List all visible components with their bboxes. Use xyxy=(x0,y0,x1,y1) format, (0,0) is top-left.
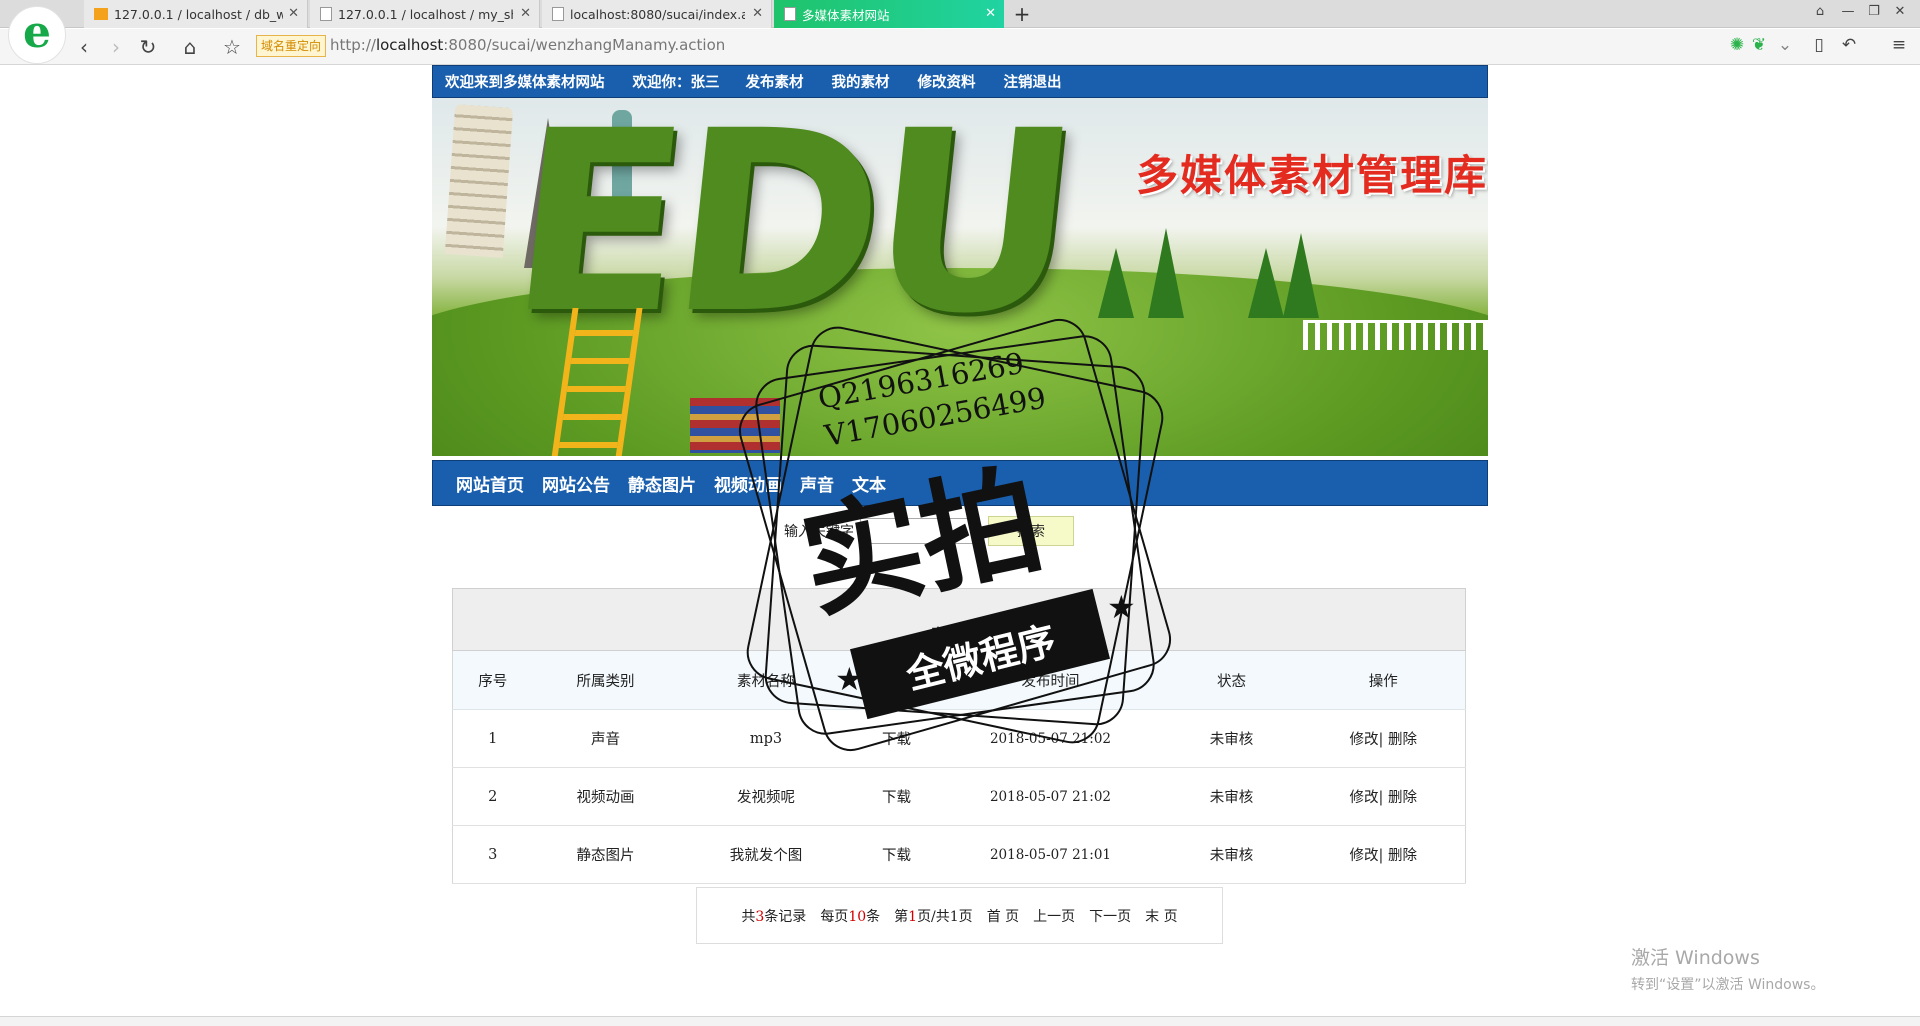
restore-icon[interactable]: ❐ xyxy=(1862,4,1886,19)
pager-total: 共3条记录 xyxy=(741,908,807,925)
cell-category: 静态图片 xyxy=(532,825,679,884)
col-no: 序号 xyxy=(452,650,533,710)
pagination: 共3条记录 每页10条 第1页/共1页 首 页 上一页 下一页 末 页 xyxy=(696,887,1223,944)
close-tab-icon[interactable]: ✕ xyxy=(752,6,763,21)
close-tab-icon[interactable]: ✕ xyxy=(288,6,299,21)
cell-name: 我就发个图 xyxy=(678,825,854,884)
table-row: 2 视频动画 发视频呢 下载 2018-05-07 21:02 未审核 修改| … xyxy=(452,767,1466,826)
menu-home[interactable]: 网站首页 xyxy=(456,471,524,496)
close-window-icon[interactable]: ✕ xyxy=(1888,4,1912,19)
cell-category: 视频动画 xyxy=(532,767,679,826)
edit-link[interactable]: 修改 xyxy=(1350,732,1379,748)
publish-material-link[interactable]: 发布素材 xyxy=(746,71,804,92)
close-tab-icon[interactable]: ✕ xyxy=(520,6,531,21)
undo-icon[interactable]: ↶ xyxy=(1838,35,1860,55)
my-materials-link[interactable]: 我的素材 xyxy=(832,71,890,92)
skin-icon[interactable]: ⌂ xyxy=(1808,4,1832,19)
col-category: 所属类别 xyxy=(532,650,679,710)
pager-next[interactable]: 下一页 xyxy=(1089,906,1131,926)
close-tab-icon[interactable]: ✕ xyxy=(985,6,996,21)
pisa-tower-graphic xyxy=(444,104,514,258)
address-toolbar: ‹ › ↻ ⌂ ☆ 域名重定向 http://localhost:8080/su… xyxy=(0,29,1920,65)
cell-actions: 修改| 删除 xyxy=(1301,767,1466,826)
cell-actions: 修改| 删除 xyxy=(1301,825,1466,884)
browser-tab-3[interactable]: localhost:8080/sucai/index.act ✕ xyxy=(542,0,772,28)
cell-status: 未审核 xyxy=(1161,767,1302,826)
fence-graphic xyxy=(1303,320,1488,350)
cell-status: 未审核 xyxy=(1161,825,1302,884)
address-bar[interactable]: http://localhost:8080/sucai/wenzhangMana… xyxy=(330,36,725,54)
back-icon[interactable]: ‹ xyxy=(72,35,96,59)
windows-activation-notice: 激活 Windows 转到“设置”以激活 Windows。 xyxy=(1631,947,1825,993)
user-greeting: 欢迎你：张三 xyxy=(632,74,720,91)
star-icon: ★ xyxy=(835,660,864,698)
pager-first[interactable]: 首 页 xyxy=(987,906,1019,926)
cell-name: 发视频呢 xyxy=(678,767,854,826)
browser-tab-2[interactable]: 127.0.0.1 / localhost / my_she ✕ xyxy=(310,0,540,28)
bookmark-star-icon[interactable]: ☆ xyxy=(220,35,244,59)
cell-time: 2018-05-07 21:01 xyxy=(939,825,1162,884)
pager-per-page: 每页10条 xyxy=(820,908,881,925)
cell-category: 声音 xyxy=(532,709,679,768)
site-topbar: 欢迎来到多媒体素材网站 欢迎你：张三 发布素材 我的素材 修改资料 注销退出 xyxy=(432,65,1488,98)
cell-no: 2 xyxy=(452,767,533,826)
logout-link[interactable]: 注销退出 xyxy=(1004,71,1062,92)
browser-status-bar xyxy=(0,1016,1920,1026)
reader-icon[interactable]: ▯ xyxy=(1808,35,1830,55)
edit-link[interactable]: 修改 xyxy=(1350,848,1379,864)
menu-icon[interactable]: ≡ xyxy=(1888,35,1910,55)
page-icon xyxy=(552,7,564,21)
cell-no: 3 xyxy=(452,825,533,884)
chevron-down-icon[interactable]: ⌄ xyxy=(1774,35,1796,55)
leaf-icon[interactable]: ❦ xyxy=(1748,35,1770,55)
download-link[interactable]: 下载 xyxy=(853,825,940,884)
delete-link[interactable]: 删除 xyxy=(1388,790,1417,806)
pager-prev[interactable]: 上一页 xyxy=(1033,906,1075,926)
refresh-icon[interactable]: ↻ xyxy=(136,35,160,59)
cell-time: 2018-05-07 21:02 xyxy=(939,767,1162,826)
browser-tab-active[interactable]: 多媒体素材网站 ✕ xyxy=(774,0,1004,28)
banner-title: 多媒体素材管理库 xyxy=(1135,151,1488,200)
cell-actions: 修改| 删除 xyxy=(1301,709,1466,768)
home-icon[interactable]: ⌂ xyxy=(178,35,202,59)
table-row: 3 静态图片 我就发个图 下载 2018-05-07 21:01 未审核 修改|… xyxy=(452,825,1466,884)
welcome-text: 欢迎来到多媒体素材网站 xyxy=(445,74,605,91)
col-actions: 操作 xyxy=(1301,650,1466,710)
watermark-stamp: Q2196316269 V17060256499 实拍 全微程序 ★ ★ xyxy=(715,300,1195,770)
download-link[interactable]: 下载 xyxy=(853,767,940,826)
menu-announcements[interactable]: 网站公告 xyxy=(542,471,610,496)
cell-no: 1 xyxy=(452,709,533,768)
edit-link[interactable]: 修改 xyxy=(1350,790,1379,806)
page-icon xyxy=(784,7,796,21)
speed-icon[interactable]: ✺ xyxy=(1726,35,1748,55)
browser-logo-icon[interactable]: e xyxy=(8,6,66,64)
delete-link[interactable]: 删除 xyxy=(1388,732,1417,748)
minimize-icon[interactable]: — xyxy=(1836,4,1860,19)
pager-last[interactable]: 末 页 xyxy=(1145,906,1177,926)
redirect-badge: 域名重定向 xyxy=(256,35,327,57)
tab-strip: 127.0.0.1 / localhost / db_wsz ✕ 127.0.0… xyxy=(0,0,1920,28)
forward-icon[interactable]: › xyxy=(104,35,128,59)
new-tab-plus-icon[interactable]: + xyxy=(1010,2,1034,26)
phpmyadmin-icon xyxy=(94,8,108,20)
menu-images[interactable]: 静态图片 xyxy=(628,471,696,496)
delete-link[interactable]: 删除 xyxy=(1388,848,1417,864)
page-icon xyxy=(320,7,332,21)
pager-current: 第1页/共1页 xyxy=(894,908,973,925)
browser-tab-1[interactable]: 127.0.0.1 / localhost / db_wsz ✕ xyxy=(84,0,308,28)
star-icon: ★ xyxy=(1107,588,1136,626)
edit-profile-link[interactable]: 修改资料 xyxy=(918,71,976,92)
